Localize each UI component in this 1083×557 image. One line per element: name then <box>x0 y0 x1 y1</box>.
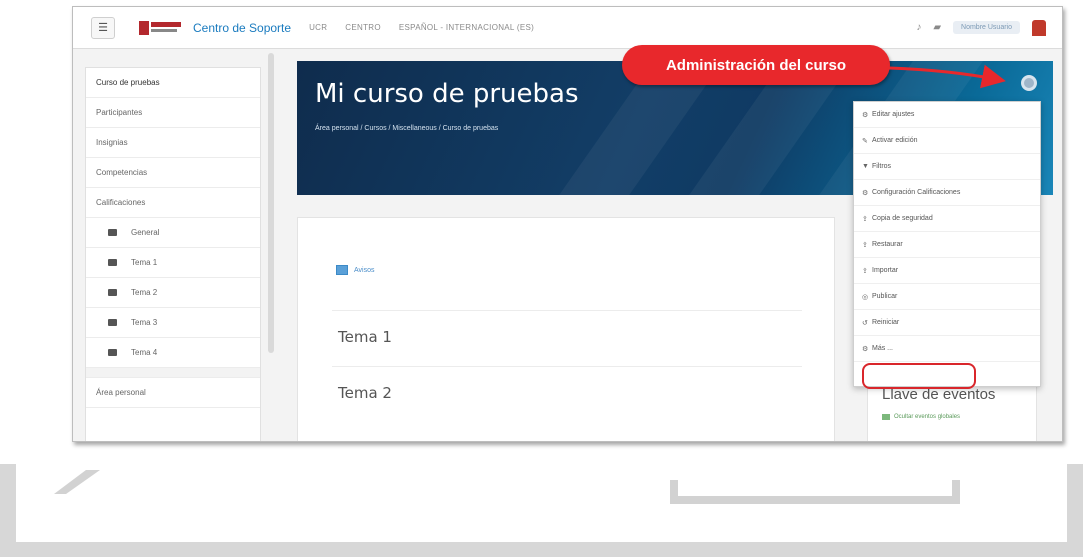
sidebar-item-topic-1[interactable]: Tema 1 <box>86 248 260 278</box>
sidebar: Curso de pruebas Participantes Insignias… <box>85 67 261 441</box>
nav-link-ucr[interactable]: UCR <box>309 23 327 32</box>
folder-icon <box>108 259 117 266</box>
language-selector[interactable]: ESPAÑOL - INTERNACIONAL (ES) <box>399 23 534 32</box>
sidebar-item-label: Tema 2 <box>131 288 158 297</box>
menu-item-label: Copia de seguridad <box>872 215 933 222</box>
sidebar-item-label: Calificaciones <box>96 198 146 207</box>
divider <box>332 366 802 367</box>
forum-icon <box>336 265 348 275</box>
hamburger-icon[interactable]: ☰ <box>91 16 115 39</box>
folder-icon <box>108 349 117 356</box>
breadcrumb[interactable]: Área personal / Cursos / Miscellaneous /… <box>315 125 498 132</box>
menu-item-label: Publicar <box>872 293 898 300</box>
sidebar-item-label: Curso de pruebas <box>96 78 160 87</box>
folder-icon <box>108 319 117 326</box>
course-admin-menu: ⚙ Editar ajustes ✎ Activar edición ▼ Filtro… <box>853 101 1041 387</box>
message-icon[interactable]: ▰ <box>933 22 941 33</box>
menu-item-label: Configuración Calificaciones <box>872 189 961 196</box>
divider <box>332 310 802 311</box>
reset-icon: ↺ <box>862 319 868 327</box>
sidebar-item-competencies[interactable]: Competencias <box>86 158 260 188</box>
sidebar-item-label: General <box>131 228 160 237</box>
decorative-bottom-line <box>0 542 1083 557</box>
annotation-highlight-more <box>862 363 976 389</box>
gear-icon: ⚙ <box>862 345 869 353</box>
decorative-slash <box>54 470 100 494</box>
site-logo[interactable] <box>139 18 183 38</box>
share-icon: ◎ <box>862 293 869 301</box>
menu-item-label: Restaurar <box>872 241 903 248</box>
page: ☰ Centro de Soporte UCR CENTRO ESPAÑOL -… <box>0 0 1083 557</box>
decorative-bracket <box>670 480 960 504</box>
upload-icon: ⇪ <box>862 241 868 249</box>
menu-item-label: Activar edición <box>872 137 918 144</box>
sidebar-item-label: Tema 3 <box>131 318 158 327</box>
sidebar-item-grades[interactable]: Calificaciones <box>86 188 260 218</box>
menu-item-more[interactable]: ⚙ Más ... <box>854 336 1040 362</box>
sidebar-item-label: Competencias <box>96 168 148 177</box>
menu-item-import[interactable]: ⇪ Importar <box>854 258 1040 284</box>
menu-item-label: Más ... <box>872 345 894 352</box>
forum-label: Avisos <box>354 266 375 274</box>
upload-icon: ⇪ <box>862 267 868 275</box>
sidebar-item-badges[interactable]: Insignias <box>86 128 260 158</box>
forum-notice-link[interactable]: Avisos <box>336 265 375 275</box>
calendar-icon <box>882 414 890 420</box>
menu-item-publish[interactable]: ◎ Publicar <box>854 284 1040 310</box>
menu-item-turn-editing-on[interactable]: ✎ Activar edición <box>854 128 1040 154</box>
bell-icon[interactable]: ♪ <box>916 22 921 33</box>
user-name[interactable]: Nombre Usuario <box>953 21 1020 34</box>
menu-item-gradebook-setup[interactable]: ⚙ Configuración Calificaciones <box>854 180 1040 206</box>
hide-global-events-link[interactable]: Ocultar eventos globales <box>882 414 960 420</box>
course-content: Avisos Tema 1 Tema 2 <box>297 217 835 441</box>
navbar-right: ♪ ▰ Nombre Usuario <box>916 19 1046 36</box>
pencil-icon: ✎ <box>862 137 868 145</box>
gear-icon: ⚙ <box>862 189 869 197</box>
sidebar-item-topic-3[interactable]: Tema 3 <box>86 308 260 338</box>
sidebar-item-label: Insignias <box>96 138 128 147</box>
sidebar-item-label: Área personal <box>96 388 146 397</box>
menu-item-label: Editar ajustes <box>872 111 915 118</box>
section-title-topic-2: Tema 2 <box>338 384 392 402</box>
sidebar-item-general[interactable]: General <box>86 218 260 248</box>
sidebar-item-label: Tema 4 <box>131 348 158 357</box>
menu-item-filters[interactable]: ▼ Filtros <box>854 154 1040 180</box>
gear-icon[interactable] <box>1021 75 1037 91</box>
sidebar-item-course[interactable]: Curso de pruebas <box>86 68 260 98</box>
sidebar-item-label: Participantes <box>96 108 143 117</box>
page-title: Mi curso de pruebas <box>315 79 579 109</box>
sidebar-item-dashboard[interactable]: Área personal <box>86 378 260 408</box>
sidebar-scrollbar[interactable] <box>268 53 274 353</box>
events-link-label: Ocultar eventos globales <box>894 414 961 420</box>
menu-item-label: Filtros <box>872 163 892 170</box>
menu-item-reset[interactable]: ↺ Reiniciar <box>854 310 1040 336</box>
avatar[interactable] <box>1032 19 1046 36</box>
sidebar-item-topic-2[interactable]: Tema 2 <box>86 278 260 308</box>
sidebar-divider <box>86 368 260 378</box>
sidebar-item-label: Tema 1 <box>131 258 158 267</box>
filter-icon: ▼ <box>862 163 869 170</box>
sidebar-item-participants[interactable]: Participantes <box>86 98 260 128</box>
menu-item-label: Reiniciar <box>872 319 900 326</box>
upload-icon: ⇪ <box>862 215 868 223</box>
folder-icon <box>108 289 117 296</box>
gear-icon: ⚙ <box>862 111 869 119</box>
sidebar-item-topic-4[interactable]: Tema 4 <box>86 338 260 368</box>
section-title-topic-1: Tema 1 <box>338 328 392 346</box>
annotation-callout: Administración del curso <box>622 45 890 85</box>
folder-icon <box>108 229 117 236</box>
menu-item-backup[interactable]: ⇪ Copia de seguridad <box>854 206 1040 232</box>
top-navbar: ☰ Centro de Soporte UCR CENTRO ESPAÑOL -… <box>73 7 1062 49</box>
nav-link-centro[interactable]: CENTRO <box>345 23 381 32</box>
menu-item-restore[interactable]: ⇪ Restaurar <box>854 232 1040 258</box>
menu-item-edit-settings[interactable]: ⚙ Editar ajustes <box>854 102 1040 128</box>
site-name[interactable]: Centro de Soporte <box>193 21 291 35</box>
menu-item-label: Importar <box>872 267 899 274</box>
